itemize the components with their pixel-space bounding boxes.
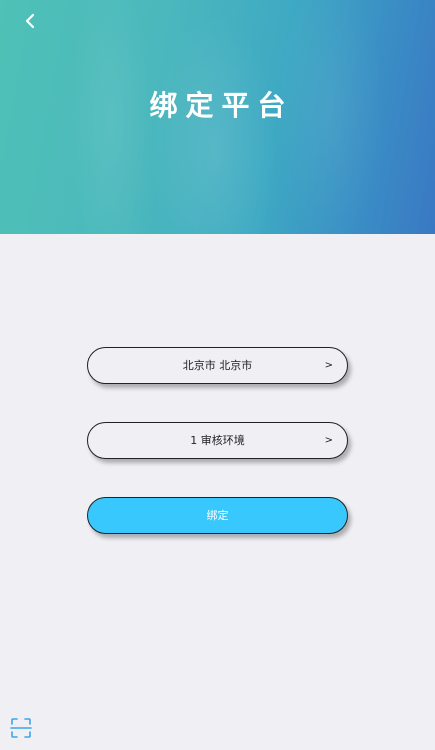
- bind-button[interactable]: 绑定: [87, 497, 348, 534]
- city-select[interactable]: 北京市 北京市 >: [87, 347, 348, 384]
- chevron-right-icon: >: [324, 435, 333, 446]
- chevron-left-icon: [25, 13, 35, 29]
- scan-button[interactable]: [10, 717, 32, 739]
- scan-icon: [10, 718, 32, 738]
- environment-select-value: 1 审核环境: [190, 434, 245, 447]
- header-banner: 绑定平台: [0, 0, 435, 234]
- chevron-right-icon: >: [324, 360, 333, 371]
- back-button[interactable]: [18, 8, 42, 34]
- environment-select[interactable]: 1 审核环境 >: [87, 422, 348, 459]
- page-title: 绑定平台: [149, 89, 294, 122]
- city-select-value: 北京市 北京市: [182, 359, 253, 372]
